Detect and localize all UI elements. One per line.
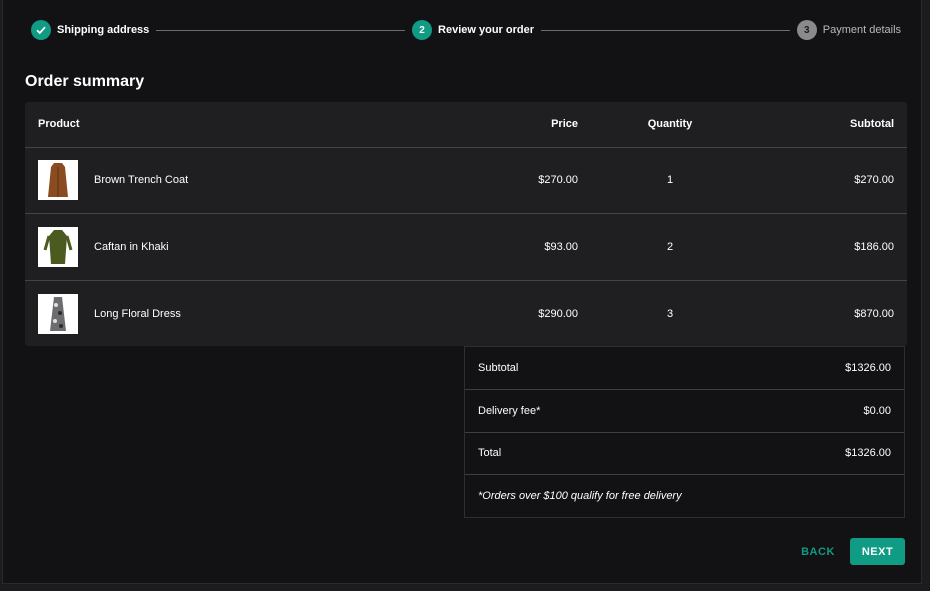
product-quantity: 3 — [666, 308, 674, 320]
page-title: Order summary — [25, 73, 145, 90]
back-button[interactable]: BACK — [794, 538, 842, 565]
checkout-panel: Shipping address 2 Review your order 3 P… — [2, 0, 922, 584]
header-product: Product — [38, 118, 80, 130]
product-image — [38, 294, 78, 334]
delivery-note: *Orders over $100 qualify for free deliv… — [478, 490, 682, 502]
next-button[interactable]: NEXT — [850, 538, 905, 565]
subtotal-row: Subtotal $1326.00 — [465, 347, 904, 390]
product-subtotal: $186.00 — [854, 241, 894, 253]
step-label: Review your order — [438, 24, 535, 36]
step-label: Payment details — [822, 24, 902, 36]
subtotal-value: $1326.00 — [845, 362, 891, 374]
total-row: Total $1326.00 — [465, 432, 904, 475]
table-header: Product Price Quantity Subtotal — [25, 102, 907, 148]
product-name: Caftan in Khaki — [94, 241, 169, 253]
table-row: Caftan in Khaki $93.00 2 $186.00 — [25, 214, 907, 281]
header-subtotal: Subtotal — [850, 118, 894, 130]
step-payment-details[interactable]: 3 Payment details — [796, 20, 902, 40]
header-price: Price — [551, 118, 578, 130]
order-table: Product Price Quantity Subtotal Brown Tr… — [25, 102, 907, 346]
table-row: Long Floral Dress $290.00 3 $870.00 — [25, 281, 907, 347]
product-price: $93.00 — [544, 241, 578, 253]
total-value: $1326.00 — [845, 447, 891, 459]
subtotal-label: Subtotal — [478, 362, 519, 374]
step-number: 3 — [796, 20, 817, 40]
delivery-fee-label: Delivery fee* — [478, 405, 541, 417]
step-connector — [156, 29, 406, 31]
step-connector — [541, 29, 790, 31]
check-icon — [31, 20, 51, 40]
header-quantity: Quantity — [647, 118, 693, 130]
table-row: Brown Trench Coat $270.00 1 $270.00 — [25, 147, 907, 214]
step-number: 2 — [412, 20, 433, 40]
delivery-fee-row: Delivery fee* $0.00 — [465, 390, 904, 433]
product-subtotal: $870.00 — [854, 308, 894, 320]
step-label: Shipping address — [57, 24, 150, 36]
product-image — [38, 227, 78, 267]
delivery-fee-value: $0.00 — [863, 405, 891, 417]
order-totals: Subtotal $1326.00 Delivery fee* $0.00 To… — [464, 346, 905, 518]
product-price: $290.00 — [538, 308, 578, 320]
product-quantity: 1 — [666, 174, 674, 186]
product-price: $270.00 — [538, 174, 578, 186]
step-shipping-address[interactable]: Shipping address — [31, 20, 149, 40]
checkout-stepper: Shipping address 2 Review your order 3 P… — [31, 20, 901, 40]
product-name: Long Floral Dress — [94, 308, 181, 320]
product-quantity: 2 — [666, 241, 674, 253]
total-label: Total — [478, 447, 502, 459]
product-subtotal: $270.00 — [854, 174, 894, 186]
product-name: Brown Trench Coat — [94, 174, 189, 186]
step-review-order[interactable]: 2 Review your order — [412, 20, 534, 40]
product-image — [38, 160, 78, 200]
